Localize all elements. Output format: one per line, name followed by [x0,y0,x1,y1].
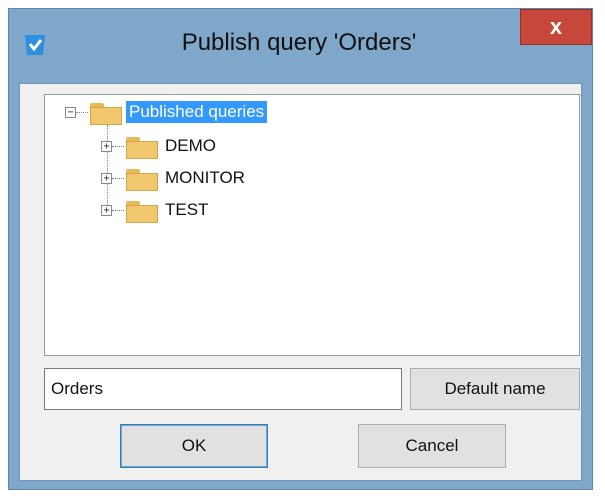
tree-node-published-queries[interactable]: − Published queries [65,99,268,125]
title-bar[interactable]: Publish query 'Orders' x [9,9,592,83]
cancel-button[interactable]: Cancel [358,424,506,468]
folder-icon [88,99,124,125]
ok-button[interactable]: OK [120,424,268,468]
folder-icon [124,133,160,159]
expand-icon[interactable]: + [101,204,112,216]
window-title: Publish query 'Orders' [181,29,417,56]
close-icon: x [549,14,563,39]
tree-connector [112,177,124,179]
tree-node-label[interactable]: TEST [162,199,211,221]
query-name-input[interactable] [44,368,402,410]
close-button[interactable]: x [520,9,592,45]
tree-connector [76,111,88,113]
tree-node-label[interactable]: MONITOR [162,167,248,189]
tree-node-monitor[interactable]: + MONITOR [101,165,248,191]
collapse-icon[interactable]: − [65,106,76,118]
folder-tree[interactable]: − Published queries + DEMO + MONITOR + T… [44,94,580,356]
dialog-body: − Published queries + DEMO + MONITOR + T… [19,83,582,481]
tree-connector [112,145,124,147]
app-check-icon [25,35,45,55]
dialog-window: Publish query 'Orders' x − Published que… [8,8,593,490]
expand-icon[interactable]: + [101,172,112,184]
tree-node-label[interactable]: DEMO [162,135,219,157]
tree-node-label[interactable]: Published queries [126,101,268,123]
tree-node-test[interactable]: + TEST [101,197,211,223]
tree-connector [112,209,124,211]
folder-icon [124,197,160,223]
tree-node-demo[interactable]: + DEMO [101,133,219,159]
expand-icon[interactable]: + [101,140,112,152]
folder-icon [124,165,160,191]
default-name-button[interactable]: Default name [410,368,580,410]
